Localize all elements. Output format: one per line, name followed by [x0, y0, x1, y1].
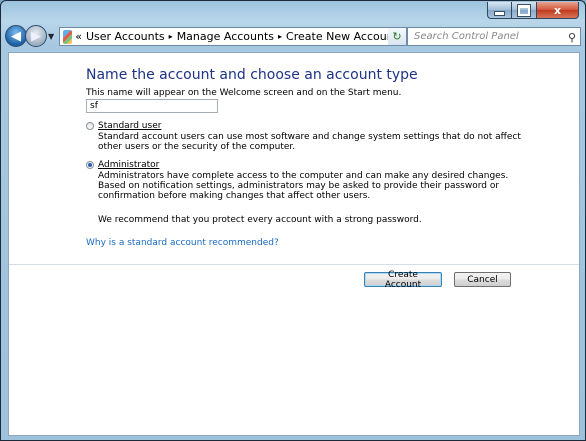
standard-user-radio[interactable] — [86, 122, 94, 130]
radio-selected-dot — [88, 163, 92, 167]
cancel-button[interactable]: Cancel — [454, 272, 511, 287]
address-bar[interactable]: « User Accounts ▸ Manage Accounts ▸ Crea… — [59, 27, 403, 46]
forward-button[interactable]: ▶ — [25, 25, 47, 47]
breadcrumb-overflow[interactable]: « — [75, 30, 82, 43]
divider — [9, 264, 579, 265]
forward-arrow-icon: ▶ — [31, 28, 41, 44]
search-placeholder: Search Control Panel — [414, 31, 519, 42]
page-title: Name the account and choose an account t… — [86, 67, 418, 83]
control-panel-icon — [63, 29, 73, 44]
chevron-right-icon[interactable]: ▸ — [169, 32, 173, 41]
breadcrumb-manage-accounts[interactable]: Manage Accounts — [177, 30, 274, 43]
control-panel-window: x ◀ ▶ ▼ « User Accounts ▸ Manage Account… — [0, 0, 586, 441]
refresh-button[interactable]: ↻ — [388, 27, 407, 46]
administrator-description: Administrators have complete access to t… — [98, 171, 509, 201]
refresh-icon: ↻ — [392, 30, 402, 43]
minimize-icon — [494, 10, 505, 16]
breadcrumb-user-accounts[interactable]: User Accounts — [86, 30, 165, 43]
chevron-right-icon[interactable]: ▸ — [278, 32, 282, 41]
search-icon[interactable]: ⚲ — [568, 29, 576, 46]
back-arrow-icon: ◀ — [11, 28, 21, 44]
create-account-button[interactable]: Create Account — [364, 270, 442, 290]
back-button[interactable]: ◀ — [5, 25, 27, 47]
caption-buttons: x — [487, 2, 579, 19]
account-name-input[interactable] — [86, 99, 218, 113]
standard-user-option[interactable]: Standard user — [86, 121, 161, 131]
password-recommendation: We recommend that you protect every acco… — [98, 215, 422, 225]
minimize-button[interactable] — [487, 2, 512, 19]
recent-pages-dropdown-icon[interactable]: ▼ — [48, 32, 54, 41]
administrator-label[interactable]: Administrator — [98, 160, 159, 170]
close-button[interactable]: x — [537, 2, 579, 19]
standard-user-label[interactable]: Standard user — [98, 121, 161, 131]
administrator-radio[interactable] — [86, 161, 94, 169]
standard-user-description: Standard account users can use most soft… — [98, 132, 521, 152]
maximize-button[interactable] — [512, 2, 537, 19]
breadcrumb-create-new-account[interactable]: Create New Account — [286, 30, 398, 43]
navigation-buttons: ◀ ▶ ▼ — [5, 25, 54, 47]
name-hint-text: This name will appear on the Welcome scr… — [86, 88, 402, 98]
search-input[interactable]: Search Control Panel ⚲ — [407, 27, 581, 46]
administrator-option[interactable]: Administrator — [86, 160, 159, 170]
why-standard-account-link[interactable]: Why is a standard account recommended? — [86, 238, 279, 248]
maximize-icon — [517, 3, 531, 17]
close-icon: x — [553, 3, 562, 17]
content-pane: Name the account and choose an account t… — [8, 52, 580, 436]
